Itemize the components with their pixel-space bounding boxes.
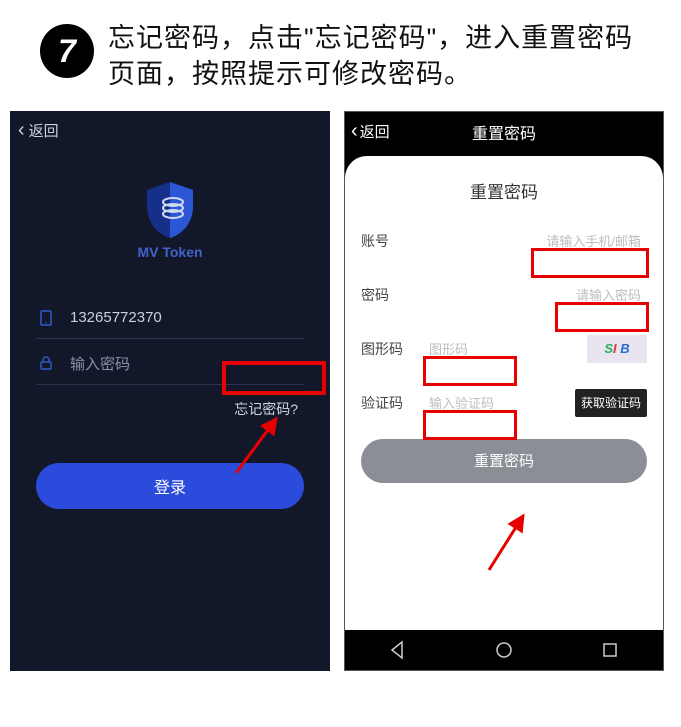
highlight-box-captcha (423, 356, 517, 386)
forgot-password-link[interactable]: 忘记密码? (224, 393, 308, 425)
shield-logo-icon (143, 180, 197, 240)
chevron-left-icon: ‹ (351, 120, 358, 143)
step-number-badge: 7 (40, 24, 94, 78)
highlight-box-account (531, 248, 649, 278)
back-button[interactable]: ‹ 返回 (10, 111, 330, 150)
highlight-box-sms (423, 410, 517, 440)
highlight-box-forgot (222, 361, 326, 395)
password-label: 密码 (361, 285, 423, 305)
chevron-left-icon: ‹ (18, 119, 25, 142)
titlebar: ‹ 返回 重置密码 (345, 112, 663, 152)
get-sms-code-button[interactable]: 获取验证码 (575, 389, 647, 417)
reset-card: 重置密码 账号 请输入手机/邮箱 密码 请输入密码 图形码 图形码 SI B 验… (345, 156, 663, 630)
nav-home-icon[interactable] (494, 640, 514, 660)
screen-title: 重置密码 (345, 120, 663, 144)
step-instruction-text: 忘记密码，点击"忘记密码"，进入重置密码页面，按照提示可修改密码。 (108, 20, 661, 93)
phone-screenshots-row: ‹ 返回 MV Token 13265772370 (0, 111, 681, 671)
login-button[interactable]: 登录 (36, 463, 304, 509)
reset-submit-button[interactable]: 重置密码 (361, 439, 647, 483)
login-screen: ‹ 返回 MV Token 13265772370 (10, 111, 330, 671)
card-title: 重置密码 (361, 178, 647, 203)
back-button[interactable]: ‹ 返回 (351, 112, 390, 152)
phone-icon (36, 308, 56, 328)
password-placeholder: 输入密码 (70, 353, 130, 374)
sms-label: 验证码 (361, 393, 423, 413)
username-field[interactable]: 13265772370 (36, 294, 304, 339)
highlight-box-password (555, 302, 649, 332)
back-label: 返回 (360, 121, 390, 142)
account-label: 账号 (361, 231, 423, 251)
captcha-label: 图形码 (361, 339, 423, 359)
lock-icon (36, 353, 56, 373)
reset-password-screen: ‹ 返回 重置密码 重置密码 账号 请输入手机/邮箱 密码 请输入密码 图形码 … (344, 111, 664, 671)
nav-recent-icon[interactable] (600, 640, 620, 660)
nav-back-icon[interactable] (388, 640, 408, 660)
step-header: 7 忘记密码，点击"忘记密码"，进入重置密码页面，按照提示可修改密码。 (0, 0, 681, 103)
captcha-image[interactable]: SI B (587, 335, 647, 363)
username-value: 13265772370 (70, 309, 162, 326)
arrow-annotation (483, 508, 533, 578)
back-label: 返回 (29, 120, 59, 141)
app-logo-area: MV Token (10, 180, 330, 260)
android-navbar (345, 630, 663, 670)
app-name-label: MV Token (10, 244, 330, 260)
